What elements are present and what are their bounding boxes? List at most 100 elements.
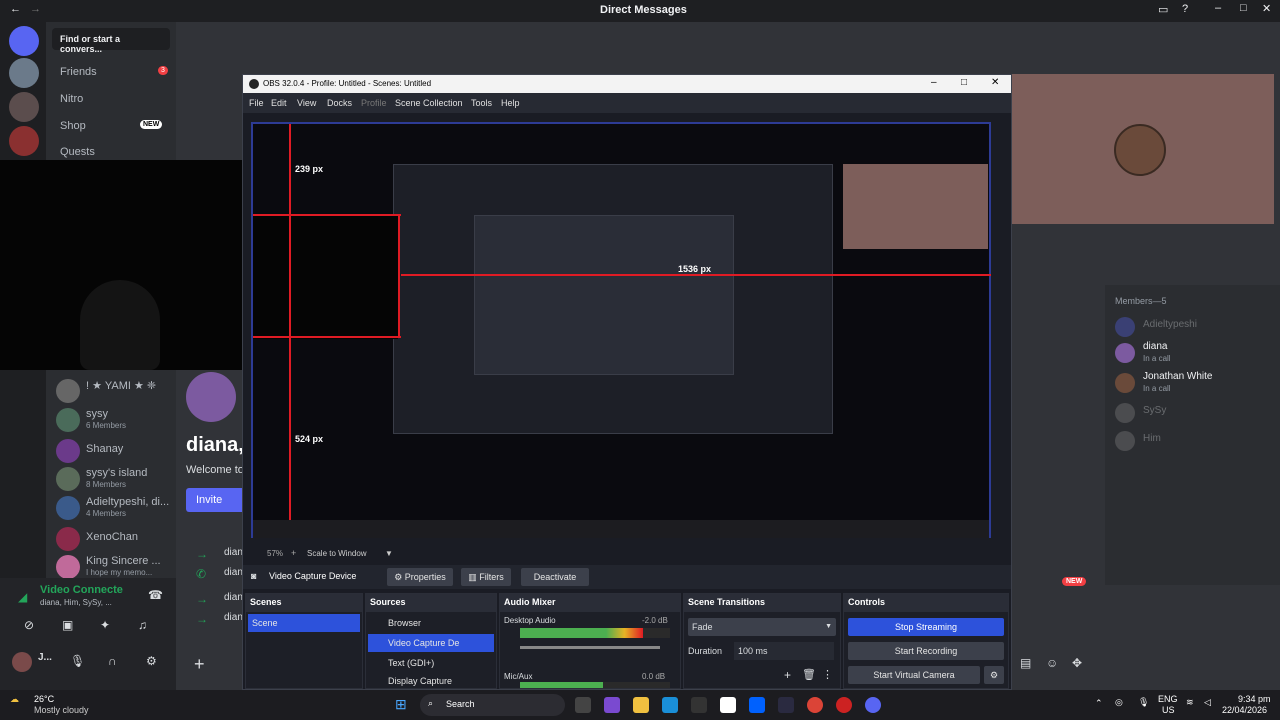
avatar[interactable] [12, 652, 32, 672]
add-icon[interactable]: + [784, 668, 791, 682]
menu-tools[interactable]: Tools [471, 98, 492, 108]
close-icon[interactable]: ✕ [1262, 2, 1271, 15]
add-attachment-icon[interactable]: + [194, 654, 205, 675]
invite-button[interactable]: Invite [186, 488, 246, 512]
copilot-icon[interactable] [604, 697, 620, 713]
dm-item[interactable]: sysy 6 Members [56, 406, 174, 436]
call-video-tile[interactable] [1010, 74, 1274, 224]
wifi-icon[interactable]: ≋ [1186, 697, 1194, 708]
avatar [56, 527, 80, 551]
transition-select[interactable]: Fade ▼ [688, 618, 836, 636]
menu-help[interactable]: Help [501, 98, 520, 108]
tray-icon[interactable]: ◎ [1115, 697, 1123, 708]
maximize-icon[interactable]: □ [1240, 2, 1247, 14]
disconnect-icon[interactable]: ☎ [148, 588, 163, 602]
settings-gear-icon[interactable]: ⚙ [146, 654, 157, 668]
menu-view[interactable]: View [297, 98, 316, 108]
member-item[interactable]: SySy [1115, 401, 1275, 429]
scale-select[interactable]: Scale to Window [307, 549, 367, 558]
home-icon[interactable] [9, 26, 39, 56]
obs-taskbar-icon[interactable] [691, 697, 707, 713]
apps-icon[interactable]: ✥ [1072, 656, 1082, 670]
maximize-icon[interactable]: □ [961, 77, 967, 88]
start-icon[interactable]: ⊞ [395, 696, 407, 713]
filters-button[interactable]: ▥ Filters [461, 568, 511, 586]
menu-scene-collection[interactable]: Scene Collection [395, 98, 463, 108]
source-item[interactable]: Browser [368, 614, 494, 632]
dm-item[interactable]: ! ★ YAMI ★ ❈ [56, 377, 174, 407]
emoji-icon[interactable]: ☺ [1046, 656, 1058, 670]
dropbox-icon[interactable] [749, 697, 765, 713]
virtual-camera-settings-icon[interactable]: ⚙ [984, 666, 1004, 684]
clock-time[interactable]: 9:34 pm [1238, 694, 1271, 704]
deactivate-button[interactable]: Deactivate [521, 568, 589, 586]
amazon-icon[interactable] [720, 697, 736, 713]
file-explorer-icon[interactable] [633, 697, 649, 713]
measure-label: 1536 px [678, 264, 712, 274]
camera-off-icon[interactable]: ⊘ [24, 618, 34, 632]
close-icon[interactable]: ✕ [991, 77, 999, 88]
edge-icon[interactable] [662, 697, 678, 713]
task-view-icon[interactable] [575, 697, 591, 713]
search-input[interactable]: Find or start a convers... [52, 28, 170, 54]
server-icon[interactable] [9, 126, 39, 156]
preview-canvas[interactable]: 239 px 1536 px 524 px [251, 122, 991, 538]
volume-meter-fill [520, 628, 643, 638]
trash-icon[interactable]: 🗑 [802, 668, 816, 681]
dm-item[interactable]: Adieltypeshi, di... 4 Members [56, 494, 174, 524]
minimize-icon[interactable]: – [1215, 2, 1221, 14]
member-item[interactable]: Jonathan White In a call [1115, 371, 1275, 399]
nested-obs-preview [393, 164, 833, 434]
volume-slider[interactable] [520, 646, 660, 649]
duration-input[interactable]: 100 ms [734, 642, 834, 660]
more-icon[interactable]: ⋮ [822, 668, 833, 681]
nav-nitro[interactable]: Nitro [56, 91, 174, 121]
headphones-icon[interactable]: ∩ [108, 654, 117, 668]
chevron-down-icon[interactable]: ▼ [385, 549, 393, 558]
chrome-icon[interactable] [807, 697, 823, 713]
app-icon[interactable] [836, 697, 852, 713]
properties-button[interactable]: ⚙ Properties [387, 568, 453, 586]
chevron-up-icon[interactable]: ⌃ [1095, 698, 1103, 709]
nav-friends[interactable]: Friends 3 [56, 64, 174, 94]
back-arrow-icon[interactable]: ← [10, 3, 21, 15]
gif-icon[interactable]: ▤ [1020, 656, 1031, 670]
member-item[interactable]: Him [1115, 429, 1275, 457]
screen-share-icon[interactable]: ▣ [62, 618, 73, 632]
discord-taskbar-icon[interactable] [865, 697, 881, 713]
member-status: In a call [1143, 354, 1171, 363]
avatar [1115, 403, 1135, 423]
dm-item[interactable]: Shanay [56, 437, 174, 467]
menu-docks[interactable]: Docks [327, 98, 352, 108]
member-item[interactable]: diana In a call [1115, 341, 1275, 369]
dm-item[interactable]: sysy's island 8 Members [56, 465, 174, 495]
mic-icon[interactable]: 🎙 [1138, 697, 1149, 708]
source-item[interactable]: Display Capture [368, 674, 494, 688]
app-icon[interactable] [778, 697, 794, 713]
mic-icon[interactable]: 🎙 [70, 654, 85, 668]
language[interactable]: ENG [1158, 694, 1178, 704]
scene-item[interactable]: Scene [248, 614, 360, 632]
menu-profile[interactable]: Profile [361, 98, 387, 108]
zoom-in-icon[interactable]: + [291, 548, 296, 558]
start-recording-button[interactable]: Start Recording [848, 642, 1004, 660]
help-icon[interactable]: ? [1182, 3, 1188, 15]
menu-file[interactable]: File [249, 98, 264, 108]
member-item[interactable]: Adieltypeshi [1115, 315, 1275, 343]
source-item[interactable]: Text (GDI+) [368, 654, 494, 672]
minimize-icon[interactable]: – [931, 77, 937, 88]
start-virtual-camera-button[interactable]: Start Virtual Camera [848, 666, 980, 684]
inbox-icon[interactable]: ▭ [1158, 3, 1168, 16]
stop-streaming-button[interactable]: Stop Streaming [848, 618, 1004, 636]
taskbar-search[interactable]: Search ⌕ [420, 694, 565, 716]
server-icon[interactable] [9, 58, 39, 88]
forward-arrow-icon[interactable]: → [30, 3, 41, 15]
dm-item[interactable]: XenoChan [56, 525, 174, 555]
activities-icon[interactable]: ✦ [100, 618, 110, 632]
source-item[interactable]: Video Capture De [368, 634, 494, 652]
chevron-down-icon: ▼ [825, 623, 832, 630]
menu-edit[interactable]: Edit [271, 98, 287, 108]
server-icon[interactable] [9, 92, 39, 122]
volume-icon[interactable]: ◁ [1204, 697, 1211, 708]
soundboard-icon[interactable]: ♫ [138, 618, 147, 632]
